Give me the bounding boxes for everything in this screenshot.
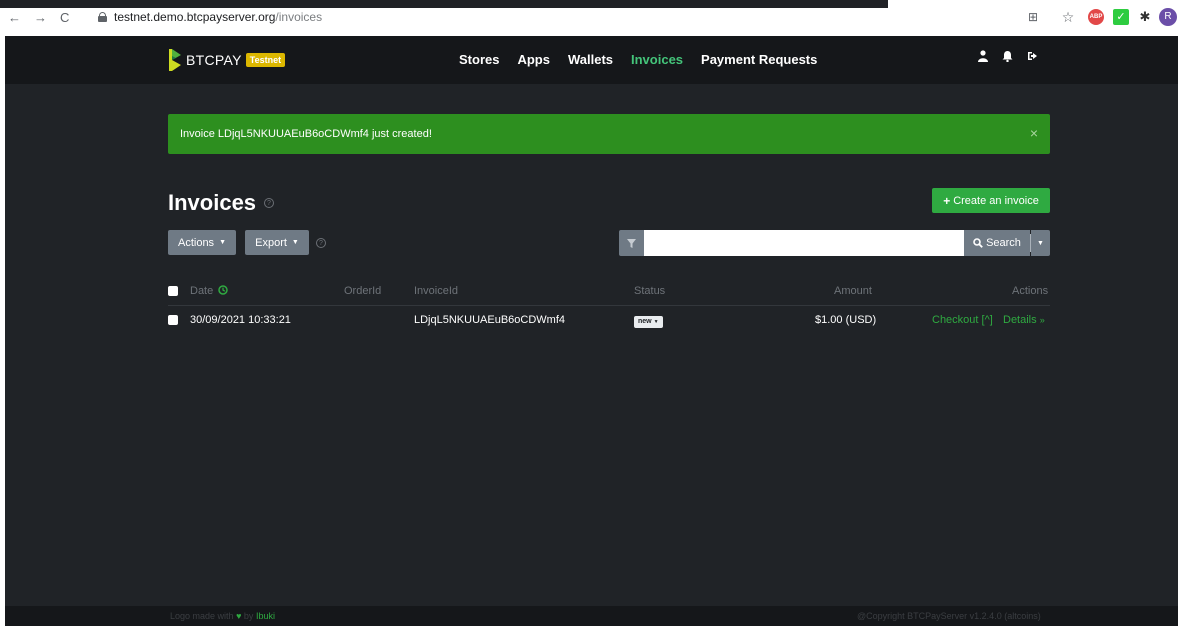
checkout-link[interactable]: Checkout [^]: [932, 314, 993, 326]
row-invoice-id: LDjqL5NKUUAEuB6oCDWmf4: [414, 314, 565, 326]
url-host: testnet.demo.btcpayserver.org: [114, 10, 276, 24]
reload-icon[interactable]: C: [60, 11, 69, 25]
adblock-icon[interactable]: ABP: [1088, 9, 1104, 25]
th-date[interactable]: Date: [190, 285, 229, 297]
row-date: 30/09/2021 10:33:21: [190, 314, 291, 326]
export-label: Export: [255, 236, 287, 249]
row-amount: $1.00 (USD): [815, 314, 877, 326]
profile-avatar[interactable]: R: [1159, 8, 1177, 26]
nav-icons: [978, 50, 1039, 62]
filter-button[interactable]: [619, 230, 644, 256]
filter-icon: [627, 238, 636, 248]
brand-logo[interactable]: BTCPAY Testnet: [167, 47, 286, 73]
nav-stores[interactable]: Stores: [459, 52, 499, 67]
main-nav: Stores Apps Wallets Invoices Payment Req…: [459, 52, 835, 67]
back-icon[interactable]: ←: [8, 11, 21, 25]
clock-icon[interactable]: [218, 285, 229, 295]
th-actions: Actions: [1012, 285, 1049, 297]
btcpay-logo-icon: [169, 49, 181, 71]
address-bar[interactable]: testnet.demo.btcpayserver.org/invoices: [114, 10, 322, 24]
th-status: Status: [634, 285, 666, 297]
table-header-divider: [168, 305, 1050, 306]
translate-icon[interactable]: ⊞: [1025, 9, 1041, 25]
th-amount: Amount: [834, 285, 872, 297]
nav-apps[interactable]: Apps: [517, 52, 550, 67]
nav-wallets[interactable]: Wallets: [568, 52, 613, 67]
user-icon[interactable]: [978, 50, 988, 62]
caret-down-icon: ▼: [291, 239, 299, 246]
export-dropdown-button[interactable]: Export ▼: [245, 230, 309, 255]
browser-top-strip: [0, 0, 888, 8]
forward-icon[interactable]: →: [34, 11, 47, 25]
success-alert: Invoice LDjqL5NKUUAEuB6oCDWmf4 just crea…: [168, 114, 1050, 154]
select-all-checkbox[interactable]: [168, 286, 178, 296]
row-checkbox[interactable]: [168, 315, 178, 325]
plus-icon: +: [943, 193, 951, 208]
browser-toolbar: ← → C testnet.demo.btcpayserver.org/invo…: [0, 0, 1184, 36]
logout-icon[interactable]: [1027, 50, 1039, 62]
bookmark-star-icon[interactable]: ☆: [1060, 9, 1076, 25]
status-badge[interactable]: new ▼: [634, 316, 663, 328]
close-icon[interactable]: ×: [1030, 125, 1038, 141]
heart-icon: ♥: [236, 611, 242, 621]
search-icon: [973, 238, 983, 248]
create-invoice-label: Create an invoice: [953, 194, 1039, 207]
caret-down-icon: ▼: [219, 239, 226, 246]
footer-author-link[interactable]: Ibuki: [256, 611, 275, 621]
testnet-badge: Testnet: [245, 53, 286, 67]
help-icon[interactable]: ?: [316, 238, 326, 248]
footer-credits: Logo made with ♥ by Ibuki: [170, 611, 275, 621]
th-order-id: OrderId: [344, 285, 382, 297]
details-link[interactable]: Details »: [1003, 314, 1045, 326]
caret-down-icon: ▼: [1037, 239, 1044, 247]
alert-message: Invoice LDjqL5NKUUAEuB6oCDWmf4 just crea…: [180, 128, 432, 140]
nav-invoices[interactable]: Invoices: [631, 52, 683, 67]
main-content: [5, 84, 1178, 606]
create-invoice-button[interactable]: + Create an invoice: [932, 188, 1050, 213]
help-icon[interactable]: ?: [264, 198, 274, 208]
bell-icon[interactable]: [1002, 50, 1013, 62]
chevron-double-down-icon: »: [1039, 315, 1045, 325]
th-invoice-id: InvoiceId: [414, 285, 459, 297]
checkmark-extension-icon[interactable]: ✓: [1113, 9, 1129, 25]
page-title: Invoices: [168, 190, 257, 215]
brand-name: BTCPAY: [186, 52, 242, 68]
search-options-dropdown[interactable]: ▼: [1031, 230, 1050, 256]
lock-icon: [98, 12, 107, 22]
url-path: /invoices: [275, 10, 323, 24]
extensions-puzzle-icon[interactable]: ✱: [1137, 9, 1153, 25]
search-label: Search: [986, 237, 1021, 249]
footer-copyright: @Copyright BTCPayServer v1.2.4.0 (altcoi…: [857, 611, 1041, 621]
nav-payment-requests[interactable]: Payment Requests: [701, 52, 817, 67]
search-input[interactable]: [644, 230, 964, 256]
caret-down-icon: ▼: [653, 319, 659, 325]
actions-dropdown-button[interactable]: Actions ▼: [168, 230, 236, 255]
actions-label: Actions: [177, 236, 215, 249]
search-button[interactable]: Search: [964, 230, 1030, 256]
